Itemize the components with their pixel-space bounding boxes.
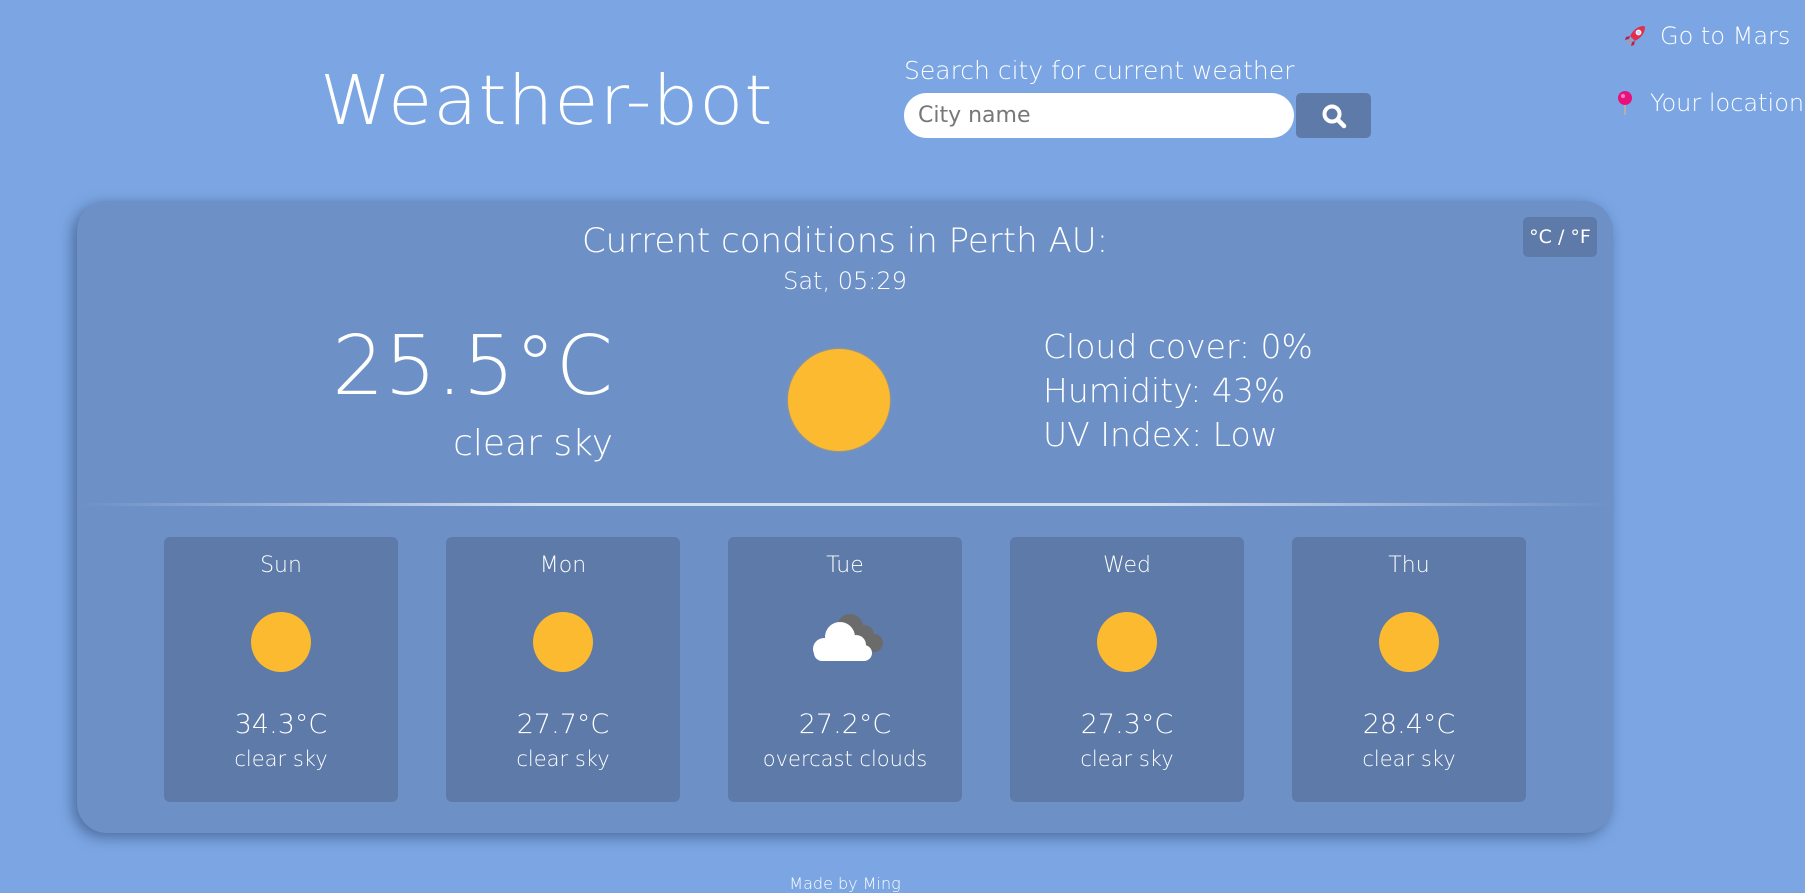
forecast-temp: 27.3°C xyxy=(1080,709,1174,740)
forecast-temp: 27.7°C xyxy=(516,709,610,740)
rocket-icon xyxy=(1625,26,1645,46)
forecast-day: Wed xyxy=(1103,553,1151,578)
go-to-mars-link[interactable]: Go to Mars xyxy=(1622,22,1790,50)
divider xyxy=(77,503,1613,506)
conditions-title: Current conditions in Perth AU: xyxy=(581,221,1109,261)
forecast-temp: 27.2°C xyxy=(798,709,892,740)
forecast-card: Thu 28.4°C clear sky xyxy=(1292,537,1526,802)
cloud-icon xyxy=(813,614,883,661)
city-search-input[interactable] xyxy=(904,93,1294,138)
forecast-desc: clear sky xyxy=(1080,747,1174,771)
sun-icon xyxy=(788,349,890,451)
conditions-datetime: Sat, 05:29 xyxy=(783,267,907,295)
forecast-temp: 34.3°C xyxy=(234,709,328,740)
current-stats: Cloud cover: 0% Humidity: 43% UV Index: … xyxy=(1043,325,1313,457)
app-title: Weather-bot xyxy=(320,60,774,140)
search-label: Search city for current weather xyxy=(904,56,1295,85)
your-location-link[interactable]: Your location xyxy=(1612,89,1804,117)
search-button[interactable] xyxy=(1296,93,1371,138)
forecast-day: Sun xyxy=(260,553,302,578)
forecast-desc: overcast clouds xyxy=(762,747,928,771)
uv-index-stat: UV Index: Low xyxy=(1043,415,1278,454)
forecast-card: Sun 34.3°C clear sky xyxy=(164,537,398,802)
forecast-day: Mon xyxy=(539,553,587,578)
weather-card: °C / °F Current conditions in Perth AU: … xyxy=(77,201,1613,833)
sun-icon xyxy=(1097,612,1157,672)
forecast-card: Wed 27.3°C clear sky xyxy=(1010,537,1244,802)
forecast-desc: clear sky xyxy=(234,747,328,771)
sun-icon xyxy=(533,612,593,672)
search-section: Search city for current weather xyxy=(904,56,1371,138)
sun-icon xyxy=(1379,612,1439,672)
forecast-desc: clear sky xyxy=(516,747,610,771)
current-description: clear sky xyxy=(453,423,613,464)
forecast-day: Thu xyxy=(1388,553,1430,578)
pushpin-icon xyxy=(1618,91,1632,115)
go-to-mars-label: Go to Mars xyxy=(1660,22,1791,50)
humidity-stat: Humidity: 43% xyxy=(1043,371,1286,410)
forecast-card: Mon 27.7°C clear sky xyxy=(446,537,680,802)
forecast-temp: 28.4°C xyxy=(1362,709,1456,740)
forecast-desc: clear sky xyxy=(1362,747,1456,771)
sun-icon xyxy=(251,612,311,672)
search-icon xyxy=(1322,104,1346,128)
forecast-day: Tue xyxy=(826,553,864,578)
forecast-list: Sun 34.3°C clear sky Mon 27.7°C clear sk… xyxy=(164,537,1526,802)
footer-credit: Made by Ming xyxy=(789,874,901,893)
forecast-card: Tue 27.2°C overcast clouds xyxy=(728,537,962,802)
current-temperature: 25.5°C xyxy=(332,319,613,414)
cloud-cover-stat: Cloud cover: 0% xyxy=(1043,327,1313,366)
search-row xyxy=(904,93,1371,138)
your-location-label: Your location xyxy=(1650,89,1805,117)
